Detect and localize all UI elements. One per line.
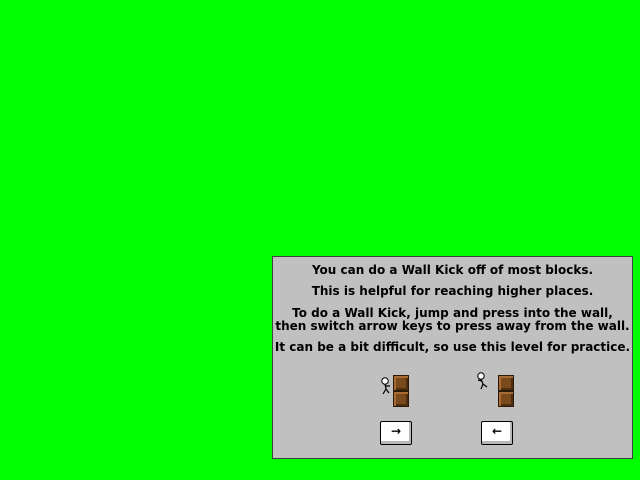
- wall-block: [393, 375, 409, 391]
- game-screen: You can do a Wall Kick off of most block…: [0, 0, 640, 480]
- tutorial-line-1: You can do a Wall Kick off of most block…: [311, 263, 594, 277]
- player-figure-icon: [381, 377, 390, 395]
- tutorial-line-4: then switch arrow keys to press away fro…: [275, 319, 630, 333]
- right-arrow-key-icon: →: [380, 421, 412, 445]
- player-kick-figure-icon: [477, 372, 488, 390]
- wall-block: [498, 375, 514, 391]
- wall-block: [498, 391, 514, 407]
- tutorial-line-2: This is helpful for reaching higher plac…: [311, 284, 594, 298]
- tutorial-panel: You can do a Wall Kick off of most block…: [272, 256, 633, 459]
- left-arrow-key-icon: ←: [481, 421, 513, 445]
- wall-block: [393, 391, 409, 407]
- tutorial-line-5: It can be a bit difficult, so use this l…: [274, 340, 631, 354]
